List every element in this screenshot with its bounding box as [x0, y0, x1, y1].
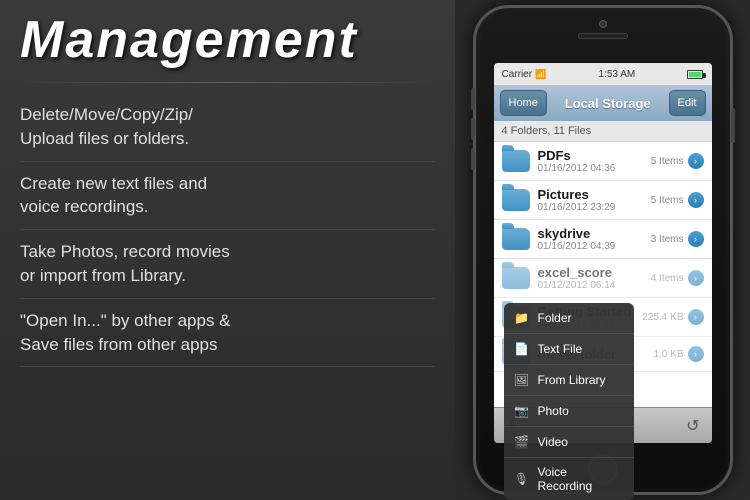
chevron-excel: › — [688, 270, 704, 286]
iphone-device: Carrier 📶 1:53 AM Home Local Storage Edi… — [473, 5, 733, 495]
battery-icon — [687, 70, 703, 79]
feature-item-2: Create new text files andvoice recording… — [20, 162, 435, 231]
feature-text-1: Delete/Move/Copy/Zip/Upload files or fol… — [20, 103, 435, 151]
context-label-folder: Folder — [538, 311, 572, 325]
file-info-excel: excel_score 01/12/2012 06:14 — [538, 265, 651, 291]
context-menu-item-fromlibrary[interactable]: 🖼 From Library — [504, 365, 634, 396]
iphone-top-bar — [476, 20, 730, 39]
file-meta-pictures: 01/16/2012 23:29 — [538, 202, 651, 213]
right-panel: Carrier 📶 1:53 AM Home Local Storage Edi… — [455, 0, 750, 500]
file-count-pictures: 5 Items — [651, 195, 684, 206]
file-meta-excel: 01/12/2012 06:14 — [538, 280, 651, 291]
left-panel: Management Delete/Move/Copy/Zip/Upload f… — [0, 0, 455, 500]
context-menu: 📁 Folder 📄 Text File 🖼 From Library 📷 Ph… — [504, 303, 634, 407]
context-menu-item-photo[interactable]: 📷 Photo — [504, 396, 634, 407]
status-time: 1:53 AM — [599, 69, 636, 80]
iphone-camera — [599, 20, 607, 28]
chevron-pdfs: › — [688, 153, 704, 169]
library-menu-icon: 🖼 — [514, 372, 530, 388]
file-row-excel[interactable]: excel_score 01/12/2012 06:14 4 Items › — [494, 259, 712, 298]
file-meta-skydrive: 01/16/2012 04:39 — [538, 241, 651, 252]
carrier-name: Carrier — [502, 69, 533, 80]
context-menu-item-folder[interactable]: 📁 Folder — [504, 303, 634, 334]
file-meta-pdfs: 01/16/2012 04:36 — [538, 163, 651, 174]
context-label-textfile: Text File — [538, 342, 583, 356]
photo-menu-icon: 📷 — [514, 403, 530, 407]
file-count-pdfs: 5 Items — [651, 156, 684, 167]
folder-icon-excel — [502, 267, 530, 289]
feature-text-2: Create new text files andvoice recording… — [20, 172, 435, 220]
iphone-speaker — [578, 33, 628, 39]
feature-text-3: Take Photos, record moviesor import from… — [20, 240, 435, 288]
wifi-icon: 📶 — [535, 69, 546, 80]
divider — [20, 82, 435, 83]
battery-fill — [689, 72, 700, 77]
carrier-info: Carrier 📶 — [502, 69, 547, 80]
content-area: 4 Folders, 11 Files PDFs 01/16/2012 04:3… — [494, 121, 712, 407]
feature-item-3: Take Photos, record moviesor import from… — [20, 230, 435, 299]
main-title: Management — [20, 10, 435, 70]
context-label-photo: Photo — [538, 404, 569, 407]
file-name-skydrive: skydrive — [538, 226, 651, 241]
file-row-skydrive[interactable]: skydrive 01/16/2012 04:39 3 Items › — [494, 220, 712, 259]
file-row-pdfs[interactable]: PDFs 01/16/2012 04:36 5 Items › — [494, 142, 712, 181]
folder-icon-skydrive — [502, 228, 530, 250]
nav-bar: Home Local Storage Edit — [494, 85, 712, 121]
file-row-pictures[interactable]: Pictures 01/16/2012 23:29 5 Items › — [494, 181, 712, 220]
refresh-button[interactable]: ↺ — [686, 416, 699, 436]
status-bar: Carrier 📶 1:53 AM — [494, 63, 712, 85]
power-button[interactable] — [731, 108, 735, 143]
folder-menu-icon: 📁 — [514, 310, 530, 326]
mute-button[interactable] — [471, 148, 475, 170]
iphone-screen: Carrier 📶 1:53 AM Home Local Storage Edi… — [494, 63, 712, 443]
file-count-skydrive: 3 Items — [651, 234, 684, 245]
feature-item-1: Delete/Move/Copy/Zip/Upload files or fol… — [20, 93, 435, 162]
edit-button[interactable]: Edit — [669, 90, 706, 116]
chevron-getting-started: › — [688, 309, 704, 325]
folder-count: 4 Folders, 11 Files — [494, 121, 712, 142]
volume-up-button[interactable] — [471, 88, 475, 110]
context-menu-item-textfile[interactable]: 📄 Text File — [504, 334, 634, 365]
folder-icon-pdfs — [502, 150, 530, 172]
context-label-fromlibrary: From Library — [538, 373, 606, 387]
file-count-excel: 4 Items — [651, 273, 684, 284]
feature-item-4: "Open In..." by other apps &Save files f… — [20, 299, 435, 368]
file-count-getting-started: 225.4 KB — [642, 312, 683, 323]
file-info-skydrive: skydrive 01/16/2012 04:39 — [538, 226, 651, 252]
chevron-skydrive: › — [688, 231, 704, 247]
file-info-pdfs: PDFs 01/16/2012 04:36 — [538, 148, 651, 174]
file-name-excel: excel_score — [538, 265, 651, 280]
folder-icon-pictures — [502, 189, 530, 211]
volume-down-button[interactable] — [471, 118, 475, 140]
chevron-pictures: › — [688, 192, 704, 208]
file-count-public: 1.0 KB — [653, 349, 683, 360]
textfile-menu-icon: 📄 — [514, 341, 530, 357]
chevron-public: › — [688, 346, 704, 362]
feature-text-4: "Open In..." by other apps &Save files f… — [20, 309, 435, 357]
file-info-pictures: Pictures 01/16/2012 23:29 — [538, 187, 651, 213]
nav-title: Local Storage — [551, 96, 665, 111]
file-name-pictures: Pictures — [538, 187, 651, 202]
home-button[interactable]: Home — [500, 90, 547, 116]
file-name-pdfs: PDFs — [538, 148, 651, 163]
